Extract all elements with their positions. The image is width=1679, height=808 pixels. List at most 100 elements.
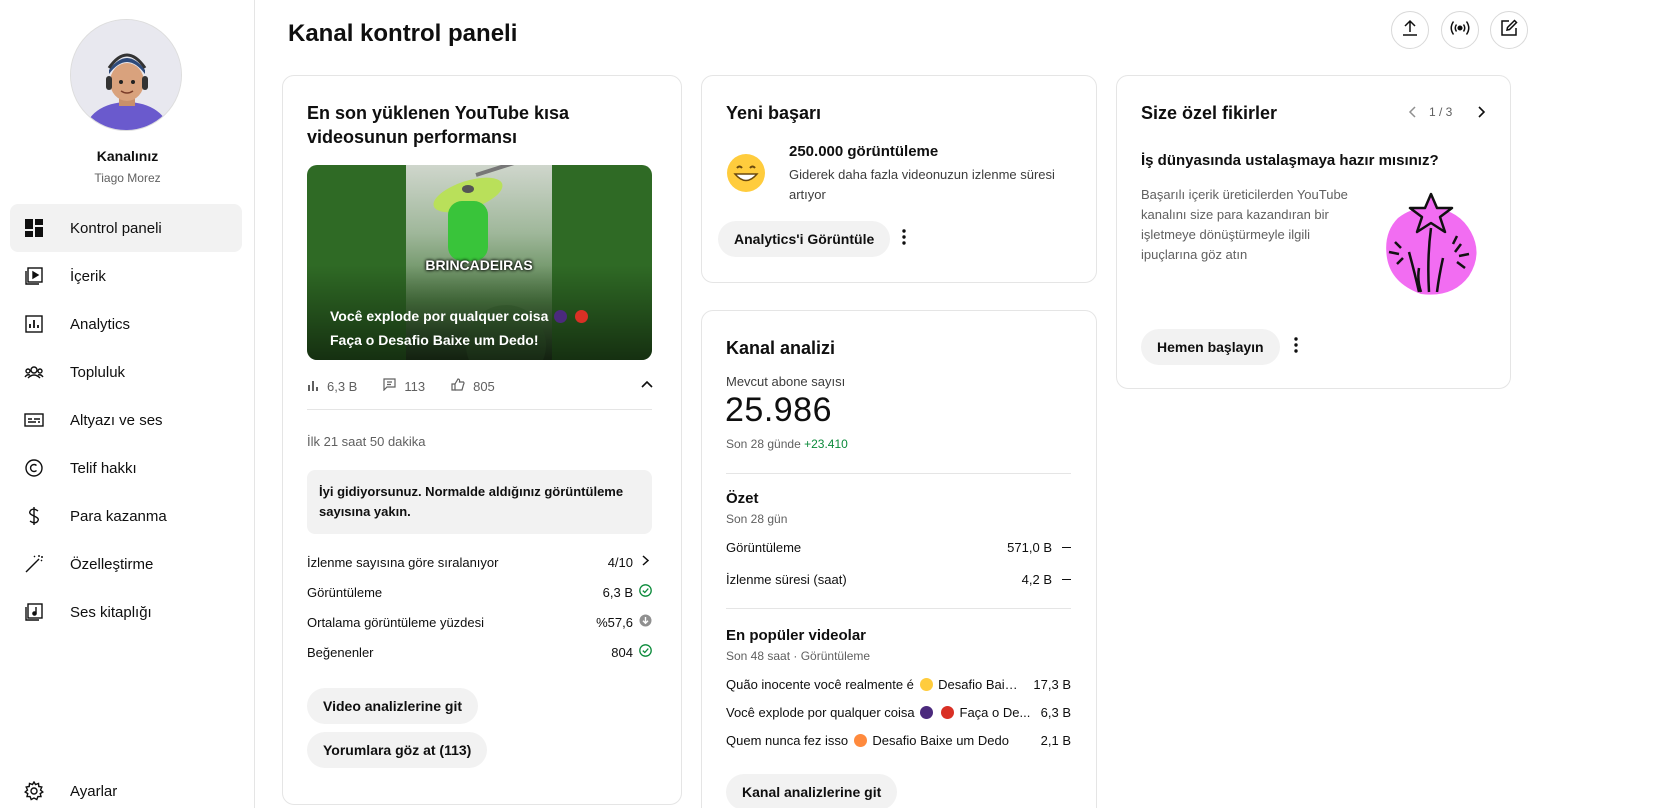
ideas-card: Size özel fikirler 1 / 3 İş dünyasında u…: [1116, 75, 1511, 389]
latest-short-card: En son yüklenen YouTube kısa videosunun …: [282, 75, 682, 805]
live-icon: [1449, 19, 1471, 42]
sidebar-item-content[interactable]: İçerik: [10, 252, 242, 300]
thumbnail-title: Você explode por qualquer coisa Faça o D…: [330, 304, 632, 352]
avatar[interactable]: [70, 19, 182, 131]
bomb-emoji-icon: [920, 706, 934, 719]
sidebar-item-dashboard[interactable]: Kontrol paneli: [10, 204, 242, 252]
video-analytics-button[interactable]: Video analizlerine git: [307, 688, 479, 724]
idea-body: Başarılı içerik üreticilerden YouTube ka…: [1141, 187, 1348, 262]
sidebar-item-label: Altyazı ve ses: [70, 411, 163, 429]
upload-button[interactable]: [1391, 11, 1429, 49]
top-video-row[interactable]: Quão inocente você realmente é Desafio B…: [726, 677, 1071, 692]
sidebar-item-label: Kontrol paneli: [70, 219, 162, 237]
channel-handle: Tiago Morez: [94, 171, 161, 185]
sidebar-item-label: Özelleştirme: [70, 555, 154, 573]
sidebar-item-subtitles[interactable]: Altyazı ve ses: [10, 396, 242, 444]
chevron-right-icon: [639, 554, 652, 570]
rank-label: İzlenme sayısına göre sıralanıyor: [307, 554, 499, 570]
top-video-views: 6,3 B: [1040, 705, 1071, 720]
comment-icon: [383, 378, 396, 394]
divider: [726, 473, 1071, 474]
sidebar-item-copyright[interactable]: Telif hakkı: [10, 444, 242, 492]
gear-icon: [23, 780, 45, 802]
rank-row[interactable]: İzlenme sayısına göre sıralanıyor 4/10: [307, 554, 652, 570]
achievement-title: Yeni başarı: [726, 103, 822, 123]
channel-analytics-title: Kanal analizi: [726, 338, 836, 358]
avg-view-percent-row: Ortalama görüntüleme yüzdesi %57,6: [307, 614, 652, 630]
divider: [307, 409, 652, 410]
ideas-more-button[interactable]: [1284, 329, 1308, 365]
view-analytics-button[interactable]: Analytics'i Görüntüle: [718, 221, 891, 257]
dollar-icon: [23, 505, 45, 527]
performance-message: İyi gidiyorsunuz. Normalde aldığınız gör…: [307, 470, 652, 534]
sidebar-item-analytics[interactable]: Analytics: [10, 300, 242, 348]
settings-label: Ayarlar: [70, 782, 118, 800]
create-post-button[interactable]: [1490, 11, 1528, 49]
sidebar-item-label: Para kazanma: [70, 507, 167, 525]
more-vert-icon: [902, 228, 906, 250]
upload-icon: [1401, 19, 1419, 42]
top-video-row[interactable]: Quem nunca fez isso Desafio Baixe um Ded…: [726, 733, 1071, 748]
top-video-title-end: Desafio Baixe um Dedo: [872, 733, 1009, 748]
summary-watchtime-row: İzlenme süresi (saat) 4,2 B: [726, 572, 1071, 587]
views-stat: 6,3 B: [307, 379, 357, 394]
subscribers-period: Son 28 günde: [726, 437, 801, 451]
summary-watchtime-value: 4,2 B: [1021, 572, 1052, 587]
chevron-up-icon: [639, 379, 655, 396]
views-count: 6,3 B: [327, 378, 358, 394]
top-video-title-end: Faça o De...: [959, 705, 1031, 720]
sidebar-item-label: Ses kitaplığı: [70, 603, 152, 621]
subscribers-label: Mevcut abone sayısı: [726, 374, 846, 389]
grinning-face-icon: [726, 153, 766, 193]
summary-views-value: 571,0 B: [1007, 540, 1052, 555]
sidebar-item-audio-library[interactable]: Ses kitaplığı: [10, 588, 242, 636]
subscribers-change: Son 28 günde +23.410: [726, 437, 848, 451]
sidebar-item-customization[interactable]: Özelleştirme: [10, 540, 242, 588]
sidebar-item-monetization[interactable]: Para kazanma: [10, 492, 242, 540]
top-video-title-end: Desafio Baixe...: [938, 677, 1030, 692]
halo-face-emoji-icon: [919, 678, 933, 691]
avg-view-percent-label: Ortalama görüntüleme yüzdesi: [307, 614, 485, 630]
top-video-row[interactable]: Você explode por qualquer coisa Faça o D…: [726, 705, 1071, 720]
achievement-headline: 250.000 görüntüleme: [789, 143, 939, 160]
latest-short-title: En son yüklenen YouTube kısa videosunun …: [307, 103, 570, 147]
view-comments-button[interactable]: Yorumlara göz at (113): [307, 732, 488, 768]
angry-face-emoji-icon: [940, 706, 954, 719]
sidebar-item-community[interactable]: Topluluk: [10, 348, 242, 396]
check-circle-icon: [639, 644, 652, 660]
get-started-button[interactable]: Hemen başlayın: [1141, 329, 1280, 365]
audio-library-icon: [23, 601, 45, 623]
summary-watchtime-label: İzlenme süresi (saat): [726, 572, 847, 587]
likes-label: Beğenenler: [307, 644, 374, 660]
top-video-title-start: Você explode por qualquer coisa: [726, 705, 915, 720]
top-video-title-start: Quão inocente você realmente é: [726, 677, 914, 692]
chevron-right-icon: [1471, 106, 1491, 126]
dashboard-icon: [23, 217, 45, 239]
next-idea-button[interactable]: [1471, 102, 1491, 122]
page-title: Kanal kontrol paneli: [288, 20, 518, 47]
summary-views-row: Görüntüleme 571,0 B: [726, 540, 1071, 555]
laughing-face-emoji-icon: [853, 734, 867, 747]
sidebar-item-label: Topluluk: [70, 363, 126, 381]
sidebar-item-label: Telif hakkı: [70, 459, 137, 477]
achievement-body: Giderek daha fazla videonuzun izlenme sü…: [789, 167, 1055, 202]
top-videos-period: Son 48 saat · Görüntüleme: [726, 649, 871, 663]
subscribers-delta: +23.410: [804, 437, 848, 451]
sidebar-item-settings[interactable]: Ayarlar: [10, 774, 242, 808]
achievement-more-button[interactable]: [892, 221, 916, 257]
community-icon: [23, 361, 45, 383]
sidebar-nav: Kontrol paneli İçerik Analytics Topluluk…: [10, 204, 242, 636]
arrow-down-circle-icon: [639, 614, 652, 630]
channel-analytics-button[interactable]: Kanal analizlerine git: [726, 774, 898, 808]
top-video-views: 2,1 B: [1040, 733, 1071, 748]
collapse-button[interactable]: [639, 376, 655, 392]
magic-wand-icon: [23, 553, 45, 575]
channel-name: Kanalınız: [96, 148, 159, 164]
comments-count: 113: [404, 378, 426, 394]
video-thumbnail[interactable]: BRINCADEIRAS Você explode por qualquer c…: [307, 165, 652, 360]
likes-row: Beğenenler 804: [307, 644, 652, 660]
go-live-button[interactable]: [1441, 11, 1479, 49]
top-video-title-start: Quem nunca fez isso: [726, 733, 849, 748]
achievement-card: Yeni başarı 250.000 görüntüleme Giderek …: [701, 75, 1097, 283]
previous-idea-button[interactable]: [1403, 102, 1423, 122]
